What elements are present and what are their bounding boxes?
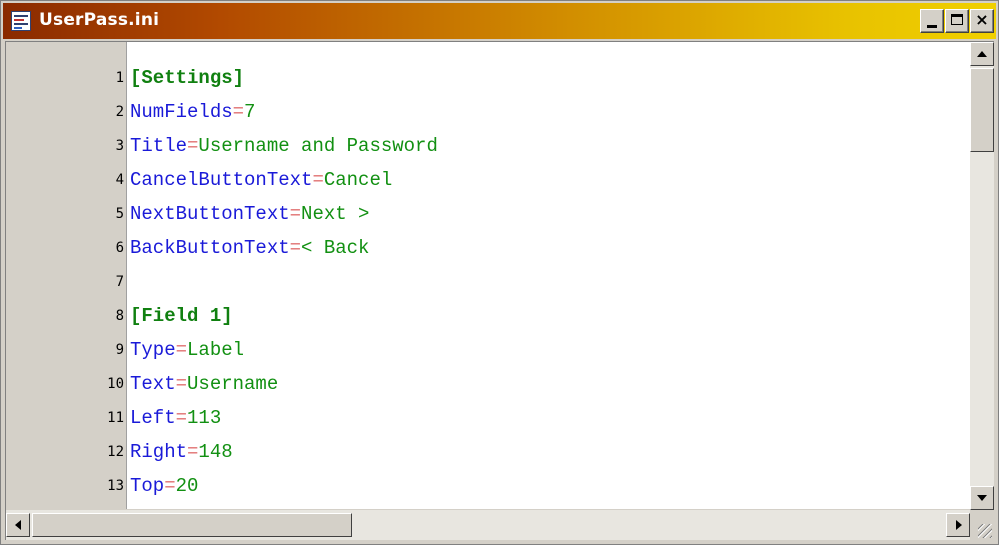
code-text[interactable]: NextButtonText=Next > (130, 197, 369, 231)
code-text[interactable]: [Settings] (130, 61, 244, 95)
line-number: 8 (115, 308, 124, 324)
line-number: 7 (115, 274, 124, 290)
line-number: 3 (115, 138, 124, 154)
maximize-button[interactable] (945, 9, 969, 33)
ini-equals: = (187, 135, 199, 157)
code-text[interactable]: Right=148 (130, 435, 233, 469)
code-text[interactable]: Type=Label (130, 333, 244, 367)
vertical-scroll-thumb[interactable] (970, 68, 994, 152)
ini-equals: = (289, 203, 302, 225)
maximize-icon (951, 14, 963, 25)
section-header: [Field 1] (130, 305, 233, 327)
ini-value: Username (187, 373, 279, 395)
code-line[interactable]: 4 CancelButtonText=Cancel (6, 163, 961, 197)
line-number: 11 (107, 410, 124, 426)
scroll-left-button[interactable] (6, 513, 30, 537)
code-line[interactable]: 9 Type=Label (6, 333, 961, 367)
ini-key: Text (130, 373, 176, 395)
ini-value: 20 (175, 475, 199, 497)
ini-equals: = (289, 237, 302, 259)
ini-equals: = (175, 373, 188, 395)
code-text[interactable]: BackButtonText=< Back (130, 231, 369, 265)
ini-key: Top (130, 475, 165, 497)
horizontal-scrollbar[interactable] (6, 509, 970, 540)
code-line[interactable]: 1 [Settings] (6, 61, 961, 95)
title-bar[interactable]: UserPass.ini × (3, 3, 996, 39)
code-line[interactable]: 10 Text=Username (6, 367, 961, 401)
close-icon: × (975, 10, 989, 29)
ini-key: Right (130, 441, 188, 463)
editor-window: UserPass.ini × 1 [Settings] 2 NumFields=7 3 T… (0, 0, 999, 545)
close-button[interactable]: × (970, 9, 994, 33)
ini-key: Type (130, 339, 176, 361)
ini-value: Label (187, 339, 245, 361)
code-text[interactable]: Title=Username and Password (130, 129, 438, 163)
code-line[interactable]: 12 Right=148 (6, 435, 961, 469)
line-number: 13 (107, 478, 124, 494)
ini-key: NextButtonText (130, 203, 290, 225)
ini-key: Title (130, 135, 188, 157)
code-line[interactable]: 3 Title=Username and Password (6, 129, 961, 163)
line-number: 4 (115, 172, 124, 188)
line-number: 2 (115, 104, 124, 120)
arrow-right-icon (956, 520, 962, 530)
minimize-button[interactable] (920, 9, 944, 33)
code-lines[interactable]: 1 [Settings] 2 NumFields=7 3 Title=Username a… (6, 61, 961, 503)
arrow-left-icon (15, 520, 21, 530)
ini-value: 148 (198, 441, 233, 463)
code-text[interactable]: Text=Username (130, 367, 278, 401)
code-text[interactable]: [Field 1] (130, 299, 233, 333)
size-grip[interactable] (970, 510, 994, 540)
scroll-down-button[interactable] (970, 486, 994, 510)
minimize-icon (927, 25, 937, 28)
ini-equals: = (175, 407, 188, 429)
line-number: 12 (107, 444, 124, 460)
ini-value: Cancel (323, 169, 393, 191)
arrow-up-icon (977, 51, 987, 57)
section-header: [Settings] (130, 67, 245, 89)
code-line[interactable]: 2 NumFields=7 (6, 95, 961, 129)
scroll-right-button[interactable] (946, 513, 970, 537)
ini-equals: = (312, 169, 324, 191)
code-line[interactable]: 5 NextButtonText=Next > (6, 197, 961, 231)
ini-key: Left (130, 407, 176, 429)
line-number: 1 (115, 70, 124, 86)
code-text[interactable]: Left=113 (130, 401, 221, 435)
scroll-up-button[interactable] (970, 42, 994, 66)
ini-value: Next > (301, 203, 370, 225)
line-number: 10 (107, 376, 124, 392)
code-line[interactable]: 13 Top=20 (6, 469, 961, 503)
ini-value: 113 (187, 407, 222, 429)
ini-file-icon[interactable] (11, 11, 31, 31)
ini-equals: = (175, 339, 188, 361)
ini-equals: = (164, 475, 176, 497)
code-line[interactable]: 8 [Field 1] (6, 299, 961, 333)
line-number: 9 (115, 342, 124, 358)
window-title: UserPass.ini (39, 10, 160, 30)
code-line[interactable]: 11 Left=113 (6, 401, 961, 435)
ini-equals: = (232, 101, 245, 123)
ini-value: < Back (301, 237, 370, 259)
code-text[interactable]: NumFields=7 (130, 95, 255, 129)
code-line[interactable]: 6 BackButtonText=< Back (6, 231, 961, 265)
arrow-down-icon (977, 495, 987, 501)
line-number: 6 (115, 240, 124, 256)
ini-key: BackButtonText (130, 237, 290, 259)
ini-value: 7 (244, 101, 256, 123)
ini-key: NumFields (130, 101, 233, 123)
vertical-scrollbar[interactable] (970, 42, 994, 510)
horizontal-scroll-thumb[interactable] (32, 513, 352, 537)
code-editor[interactable]: 1 [Settings] 2 NumFields=7 3 Title=Username a… (5, 41, 994, 540)
code-line[interactable]: 7 (6, 265, 961, 299)
ini-equals: = (187, 441, 199, 463)
ini-value: Username and Password (198, 135, 438, 157)
ini-key: CancelButtonText (130, 169, 313, 191)
line-number: 5 (115, 206, 124, 222)
code-text[interactable]: Top=20 (130, 469, 198, 503)
code-text[interactable]: CancelButtonText=Cancel (130, 163, 392, 197)
